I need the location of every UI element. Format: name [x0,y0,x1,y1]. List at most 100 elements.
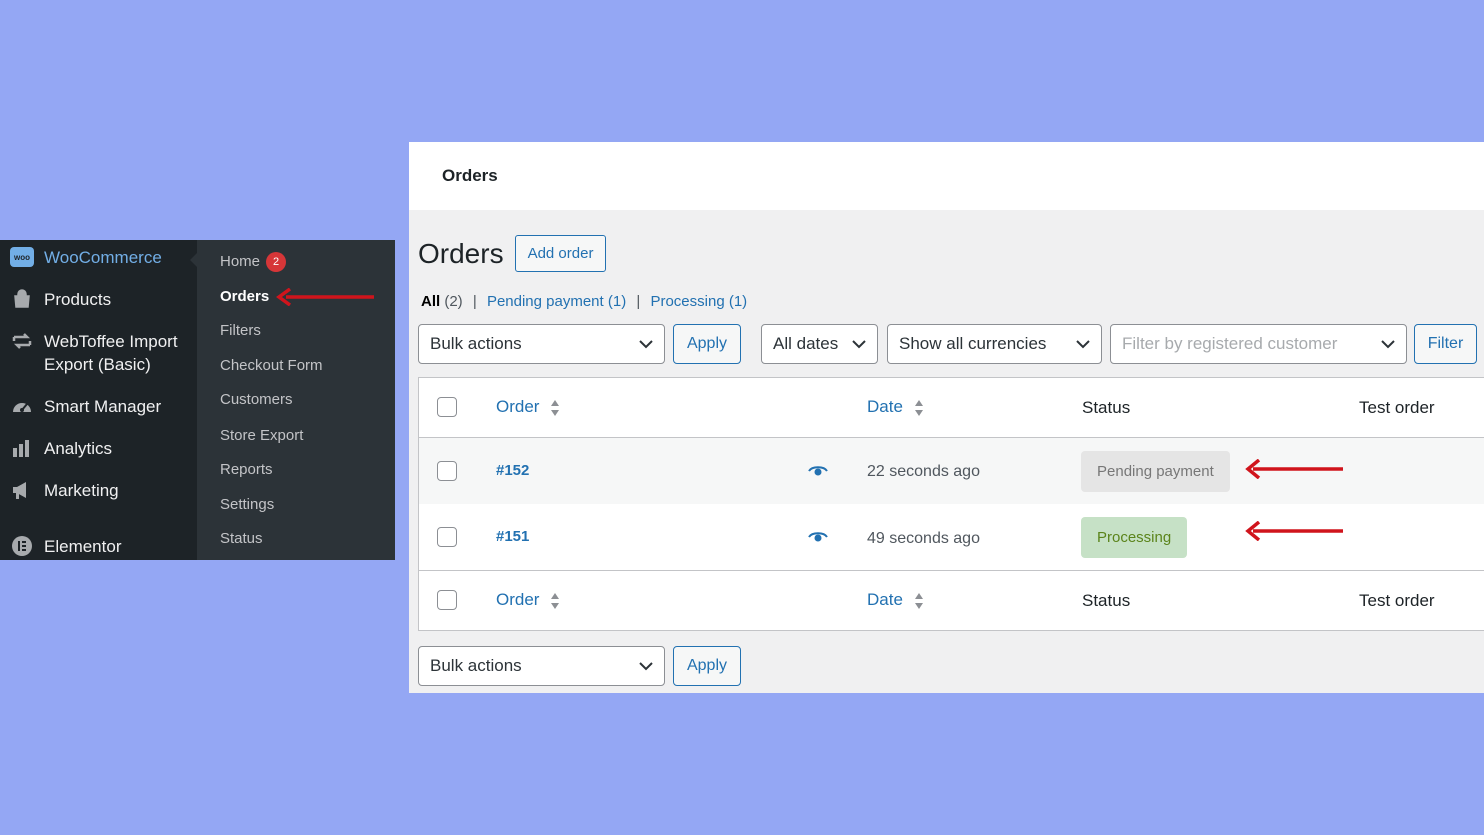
import-export-icon [10,330,34,352]
annotation-arrow-orders [276,288,374,306]
sort-icon [914,592,923,609]
order-date: 22 seconds ago [867,463,980,480]
chevron-down-icon [852,340,866,349]
menu-label: Smart Manager [44,397,162,416]
annotation-arrow-pending [1245,459,1343,479]
woo-icon: woo [10,246,34,268]
submenu-item-settings[interactable]: Settings [220,495,274,515]
status-badge: Processing [1081,517,1188,558]
column-test-order: Test order [1359,591,1435,610]
filter-button[interactable]: Filter [1414,324,1477,364]
submenu-item-filters[interactable]: Filters [220,321,261,341]
column-date-sort[interactable]: Date [867,590,924,610]
page-title: Orders [418,237,504,269]
view-all-link[interactable]: All [421,293,440,310]
chevron-down-icon [639,662,653,671]
submenu-item-reports[interactable]: Reports [220,460,273,480]
orders-table: Order Date Status Test order #152 22 sec… [418,377,1484,631]
dates-select[interactable]: All dates [761,324,878,364]
annotation-arrow-processing [1245,521,1343,541]
column-label: Date [867,397,903,416]
eye-icon[interactable] [808,530,828,544]
view-label: All [421,293,441,310]
view-separator: | [472,293,477,310]
menu-label: Marketing [44,481,119,500]
table-footer-row: Order Date Status Test order [419,571,1484,631]
menu-item-analytics[interactable]: Analytics [10,437,112,460]
submenu-item-customers[interactable]: Customers [220,390,293,410]
view-separator: | [636,293,641,310]
add-order-button[interactable]: Add order [514,235,607,272]
submenu-item-orders[interactable]: Orders [220,287,269,307]
status-badge: Pending payment [1081,451,1230,492]
megaphone-icon [10,479,34,501]
sort-icon [914,399,923,416]
order-link[interactable]: #151 [496,528,529,545]
sort-icon [551,399,560,416]
menu-item-marketing[interactable]: Marketing [10,479,119,502]
column-order-sort[interactable]: Order [496,590,560,610]
chevron-down-icon [1076,340,1090,349]
apply-button-bottom[interactable]: Apply [673,646,741,686]
submenu-label: Customers [220,391,293,408]
menu-item-elementor[interactable]: Elementor [10,535,121,558]
view-count: (1) [728,293,748,310]
submenu-item-store-export[interactable]: Store Export [220,426,303,446]
select-all-checkbox[interactable] [437,590,457,610]
menu-item-products[interactable]: Products [10,288,111,311]
view-label: Processing [650,293,725,310]
currency-select[interactable]: Show all currencies [887,324,1102,364]
view-count: (2) [444,293,463,310]
row-checkbox[interactable] [437,527,457,547]
dashboard-gauge-icon [10,395,34,417]
menu-item-webtoffee[interactable]: WebToffee Import Export (Basic) [10,330,178,376]
select-value: All dates [773,334,839,353]
column-label: Date [867,590,903,609]
menu-label: WooCommerce [44,248,162,267]
admin-sidebar: woo WooCommerce Products WebToffee Impor… [0,240,395,560]
submenu-label: Status [220,530,263,547]
submenu-item-checkout-form[interactable]: Checkout Form [220,356,323,376]
admin-main-menu: woo WooCommerce Products WebToffee Impor… [0,240,198,560]
chevron-down-icon [639,340,653,349]
column-date-sort[interactable]: Date [867,397,924,417]
select-placeholder: Filter by registered customer [1122,334,1338,353]
customer-filter-select[interactable]: Filter by registered customer [1110,324,1407,364]
bulk-actions-select-bottom[interactable]: Bulk actions [418,646,665,686]
select-value: Show all currencies [899,334,1047,353]
eye-icon[interactable] [808,464,828,478]
submenu-item-home[interactable]: Home 2 [220,252,287,273]
submenu-label: Reports [220,461,273,478]
order-link[interactable]: #152 [496,462,529,479]
submenu-item-status[interactable]: Status [220,529,263,549]
chevron-down-icon [1381,340,1395,349]
view-processing-link[interactable]: Processing (1) [650,293,747,310]
menu-label: WebToffee Import Export (Basic) [44,332,178,374]
select-value: Bulk actions [430,656,522,675]
select-value: Bulk actions [430,334,522,353]
menu-label: Analytics [44,439,113,458]
apply-button[interactable]: Apply [673,324,741,364]
column-status: Status [1082,398,1131,417]
row-checkbox[interactable] [437,461,457,481]
submenu-label: Settings [220,496,275,513]
orders-panel: Orders Orders Add order All (2) | Pendin… [409,142,1484,693]
menu-item-smart-manager[interactable]: Smart Manager [10,395,161,418]
archive-icon [10,288,34,310]
select-all-checkbox[interactable] [437,397,457,417]
bulk-actions-select[interactable]: Bulk actions [418,324,665,364]
submenu-label: Orders [220,288,270,305]
bar-chart-icon [10,437,34,459]
menu-item-woocommerce[interactable]: woo WooCommerce [10,246,162,269]
topbar-title: Orders [442,166,498,185]
menu-label: Products [44,290,112,309]
submenu-label: Store Export [220,427,304,444]
table-header-row: Order Date Status Test order [419,378,1484,438]
submenu-label: Filters [220,322,261,339]
column-status: Status [1082,591,1131,610]
sort-icon [551,592,560,609]
column-order-sort[interactable]: Order [496,397,560,417]
column-label: Order [496,397,540,416]
menu-label: Elementor [44,537,122,556]
view-pending-link[interactable]: Pending payment (1) [487,293,626,310]
